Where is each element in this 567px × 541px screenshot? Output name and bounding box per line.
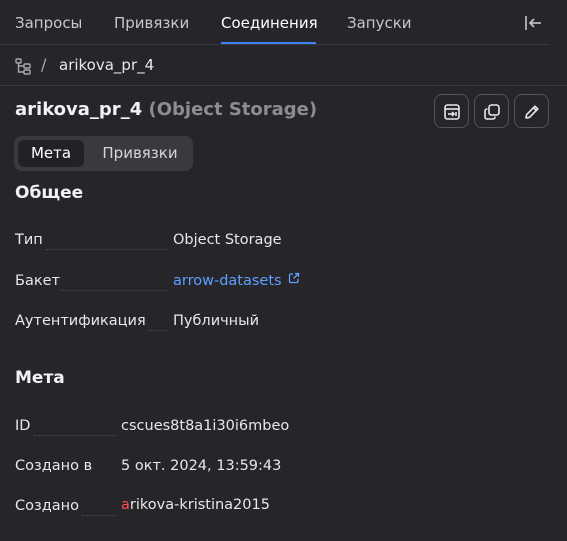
tab-connections[interactable]: Соединения bbox=[221, 13, 318, 33]
copy-icon bbox=[484, 104, 500, 120]
bucket-value: arrow-datasets bbox=[173, 272, 300, 289]
breadcrumb-item[interactable]: arikova_pr_4 bbox=[59, 56, 154, 74]
created-at-label: Создано в bbox=[15, 458, 93, 474]
section-general-title: Общее bbox=[15, 183, 84, 203]
edit-button[interactable] bbox=[514, 94, 549, 128]
row-leader bbox=[147, 330, 168, 331]
id-value: cscues8t8a1i30i6mbeo bbox=[121, 418, 290, 434]
collapse-panel-icon[interactable] bbox=[522, 12, 544, 34]
tab-runs[interactable]: Запуски bbox=[347, 13, 412, 33]
breadcrumb-separator: / bbox=[41, 55, 47, 74]
created-by-label: Создано bbox=[15, 498, 79, 514]
type-label: Тип bbox=[15, 232, 43, 248]
tree-icon[interactable] bbox=[14, 57, 32, 75]
row-leader bbox=[46, 249, 168, 250]
segment-control: Мета Привязки bbox=[14, 136, 193, 171]
copy-button[interactable] bbox=[474, 94, 509, 128]
bucket-label: Бакет bbox=[15, 273, 60, 289]
top-tabs: Запросы Привязки Соединения Запуски bbox=[0, 0, 567, 46]
row-leader bbox=[61, 290, 168, 291]
tab-bindings[interactable]: Привязки bbox=[114, 13, 189, 33]
segment-meta[interactable]: Мета bbox=[18, 140, 84, 167]
auth-label: Аутентификация bbox=[15, 313, 146, 329]
row-leader bbox=[34, 435, 116, 436]
external-link-icon[interactable] bbox=[288, 272, 300, 284]
user-name-rest: rikova-kristina2015 bbox=[129, 497, 270, 513]
active-tab-indicator bbox=[221, 42, 316, 44]
bucket-link[interactable]: arrow-datasets bbox=[173, 273, 282, 289]
user-first-letter: a bbox=[121, 497, 130, 513]
edit-icon bbox=[525, 105, 539, 119]
tab-queries[interactable]: Запросы bbox=[15, 13, 82, 33]
type-value: Object Storage bbox=[173, 232, 282, 248]
segment-bindings[interactable]: Привязки bbox=[92, 140, 188, 167]
page-title: arikova_pr_4 (Object Storage) bbox=[15, 99, 317, 120]
created-at-value: 5 окт. 2024, 13:59:43 bbox=[121, 458, 282, 474]
section-meta-title: Мета bbox=[15, 368, 65, 388]
auth-value: Публичный bbox=[173, 313, 260, 329]
created-by-value[interactable]: arikova-kristina2015 bbox=[121, 497, 270, 513]
breadcrumb-divider bbox=[0, 85, 567, 86]
import-button[interactable] bbox=[434, 94, 469, 128]
tabs-divider bbox=[0, 44, 549, 45]
connection-type: (Object Storage) bbox=[148, 99, 318, 120]
import-icon bbox=[444, 104, 460, 120]
connection-name: arikova_pr_4 bbox=[15, 99, 143, 120]
row-leader bbox=[82, 515, 116, 516]
id-label: ID bbox=[15, 418, 31, 434]
